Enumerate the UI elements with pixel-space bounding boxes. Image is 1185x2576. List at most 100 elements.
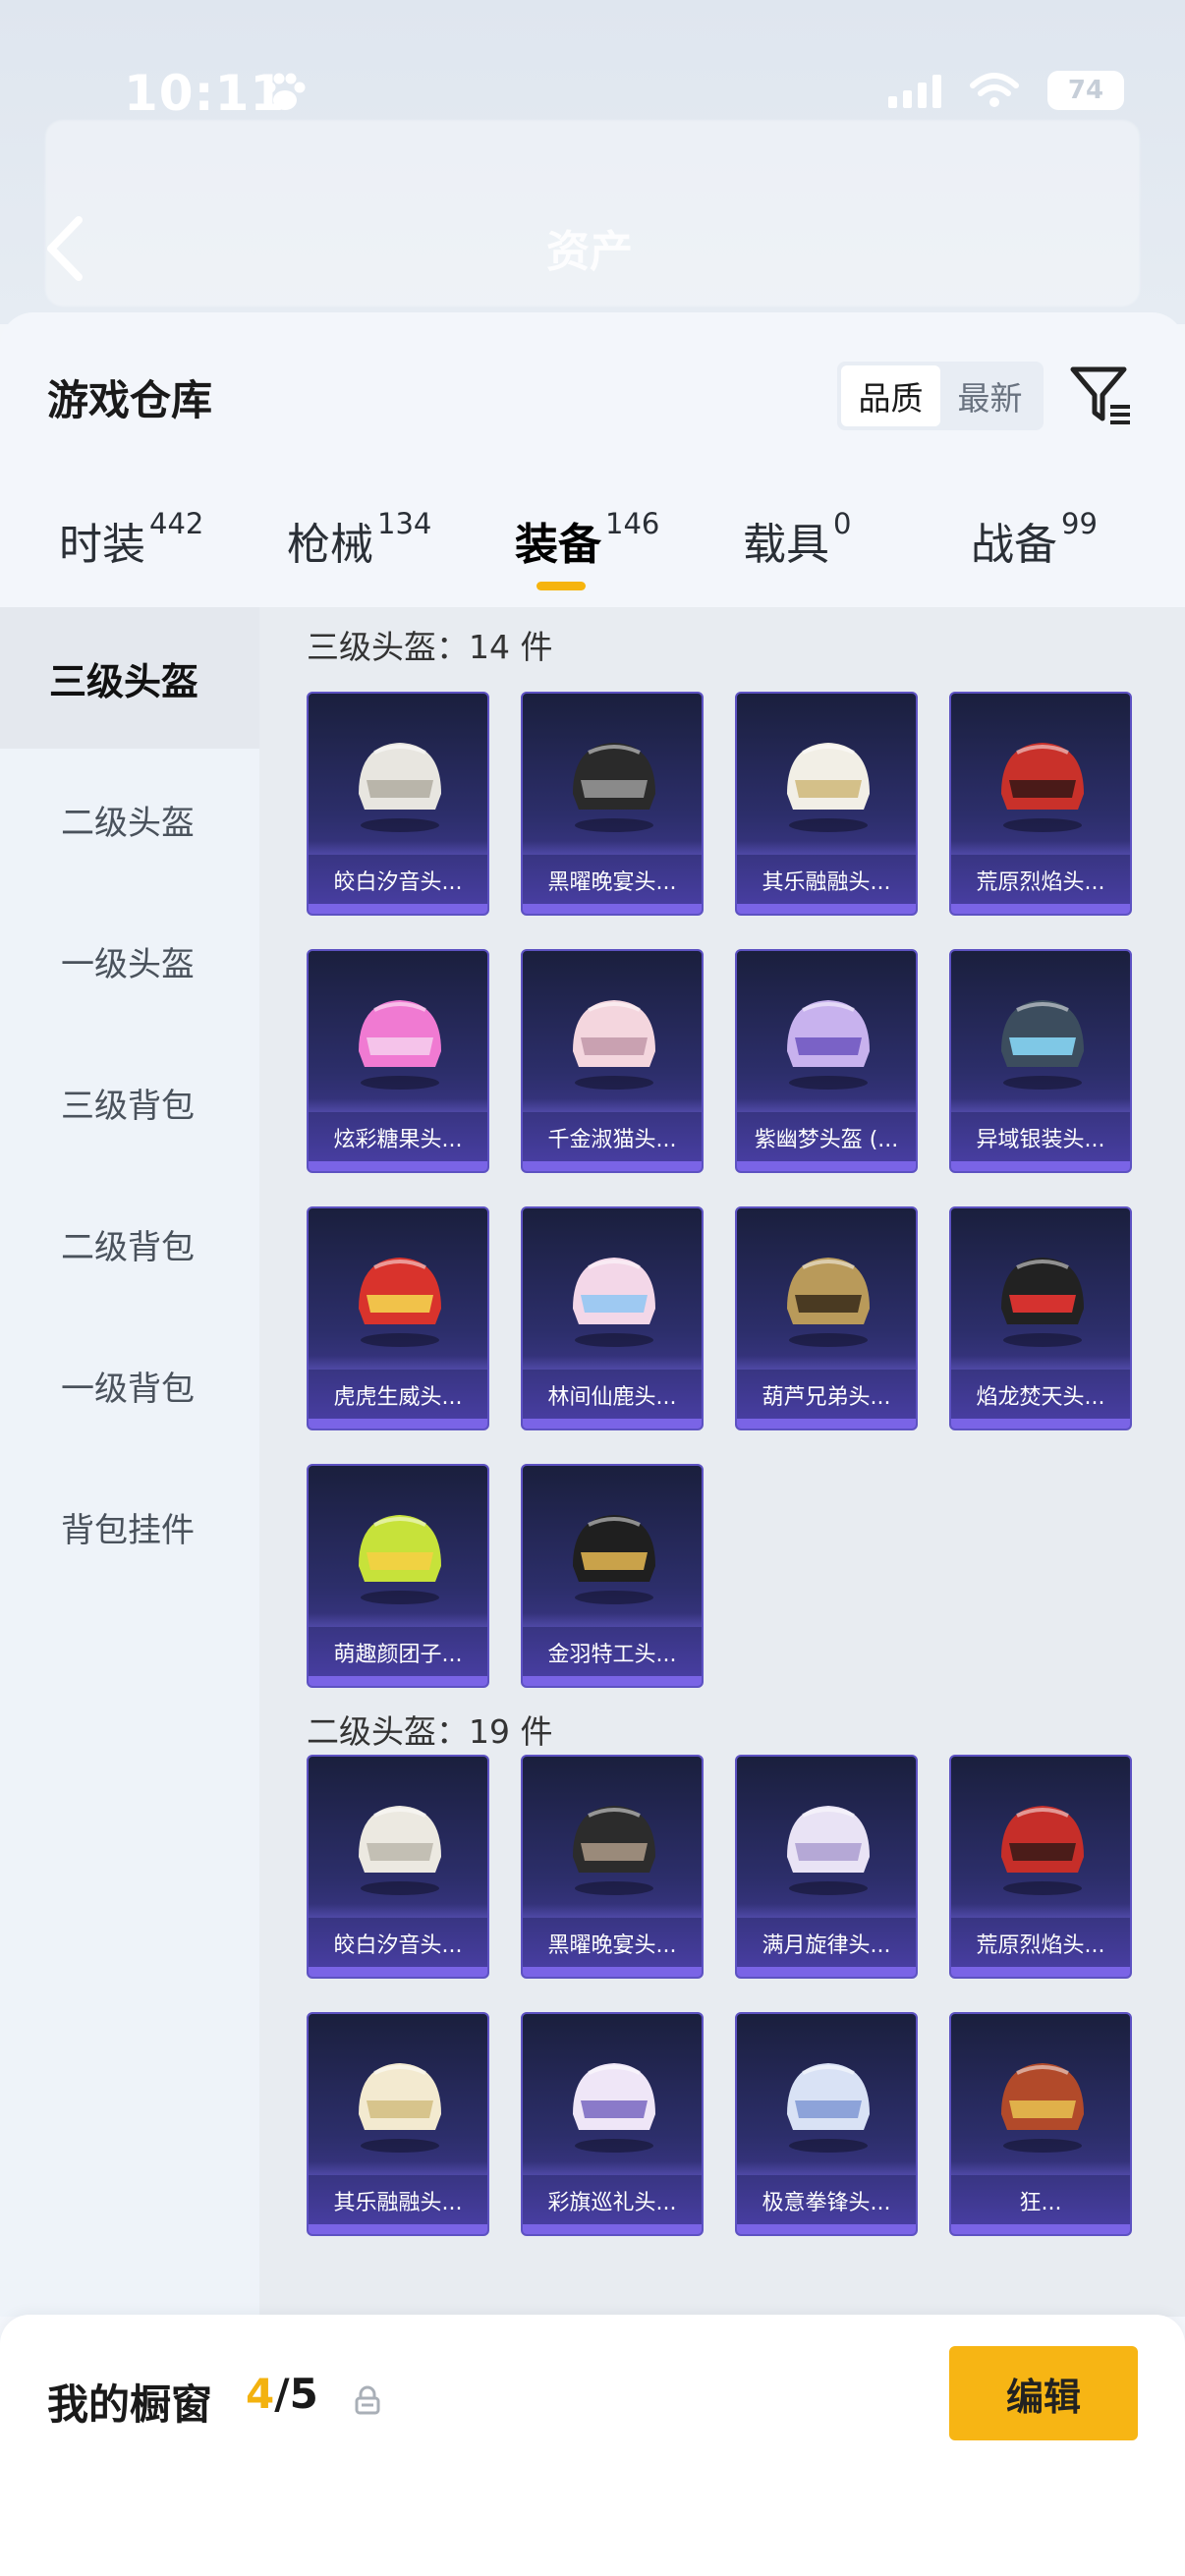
item-card[interactable]: 千金淑猫头... xyxy=(521,949,704,1173)
tab-supplies[interactable]: 战备 99 xyxy=(971,507,1098,572)
active-tab-indicator xyxy=(536,582,586,590)
showcase-current: 4 xyxy=(246,2370,275,2418)
item-card[interactable]: 黑曜晚宴头... xyxy=(521,692,704,916)
item-card[interactable]: 荒原烈焰头... xyxy=(949,692,1132,916)
item-card[interactable]: 其乐融融头... xyxy=(735,692,918,916)
category-sidebar: 三级头盔 二级头盔 一级头盔 三级背包 二级背包 一级背包 背包挂件 xyxy=(0,607,259,2317)
item-name: 荒原烈焰头... xyxy=(976,1933,1105,1958)
item-card[interactable]: 彩旗巡礼头... xyxy=(521,2012,704,2236)
header-title: 资产 xyxy=(546,227,633,277)
helmet-icon xyxy=(787,1258,870,1347)
item-name: 皎白汐音头... xyxy=(333,1933,463,1958)
rarity-band xyxy=(737,904,916,914)
sidebar-item-level3-helmet[interactable]: 三级头盔 xyxy=(0,607,259,749)
item-card[interactable]: 黑曜晚宴头... xyxy=(521,1755,704,1979)
card-glow xyxy=(309,1098,487,1112)
rarity-band xyxy=(309,1161,487,1171)
sort-latest-option[interactable]: 最新 xyxy=(940,365,1040,426)
section-title: 三级头盔：14 件 xyxy=(307,628,553,666)
sort-quality-option[interactable]: 品质 xyxy=(841,365,940,426)
rarity-band xyxy=(523,1676,702,1686)
helmet-icon xyxy=(573,2063,655,2153)
item-name: 萌趣颜团子... xyxy=(333,1643,463,1667)
tab-equipment[interactable]: 装备 146 xyxy=(515,507,659,572)
filter-icon[interactable] xyxy=(1067,360,1136,430)
card-glow xyxy=(737,841,916,855)
item-name: 异域银装头... xyxy=(976,1128,1105,1152)
item-card[interactable]: 皎白汐音头... xyxy=(307,1755,489,1979)
sidebar-item-level1-backpack[interactable]: 一级背包 xyxy=(0,1315,259,1456)
tab-count: 134 xyxy=(377,507,432,540)
helmet-icon xyxy=(787,743,870,832)
signal-icon xyxy=(888,73,941,108)
item-card[interactable]: 荒原烈焰头... xyxy=(949,1755,1132,1979)
edit-button[interactable]: 编辑 xyxy=(949,2346,1138,2440)
item-name: 满月旋律头... xyxy=(762,1933,891,1958)
sidebar-item-backpack-charm[interactable]: 背包挂件 xyxy=(0,1456,259,1597)
tab-label: 战备 xyxy=(971,520,1057,570)
item-card[interactable]: 狂... xyxy=(949,2012,1132,2236)
item-card[interactable]: 金羽特工头... xyxy=(521,1464,704,1688)
section-title: 二级头盔：19 件 xyxy=(307,1712,553,1751)
helmet-icon xyxy=(359,1258,441,1347)
item-card[interactable]: 其乐融融头... xyxy=(307,2012,489,2236)
sidebar-item-level2-backpack[interactable]: 二级背包 xyxy=(0,1173,259,1315)
item-card[interactable]: 焰龙焚天头... xyxy=(949,1206,1132,1430)
card-glow xyxy=(737,2161,916,2175)
item-card[interactable]: 异域银装头... xyxy=(949,949,1132,1173)
tab-vehicles[interactable]: 载具 0 xyxy=(743,507,851,572)
card-glow xyxy=(737,1904,916,1918)
tab-label: 时装 xyxy=(59,520,145,570)
item-card[interactable]: 萌趣颜团子... xyxy=(307,1464,489,1688)
item-name: 狂... xyxy=(1019,2191,1062,2215)
item-card[interactable]: 林间仙鹿头... xyxy=(521,1206,704,1430)
helmet-icon xyxy=(787,1000,870,1090)
item-name: 千金淑猫头... xyxy=(547,1128,677,1152)
card-glow xyxy=(309,1356,487,1370)
item-card[interactable]: 虎虎生威头... xyxy=(307,1206,489,1430)
showcase-label: 我的橱窗 xyxy=(47,2380,213,2429)
card-glow xyxy=(951,2161,1130,2175)
rarity-band xyxy=(951,904,1130,914)
card-glow xyxy=(523,2161,702,2175)
item-card[interactable]: 葫芦兄弟头... xyxy=(735,1206,918,1430)
card-glow xyxy=(309,841,487,855)
card-glow xyxy=(523,1098,702,1112)
item-card[interactable]: 紫幽梦头盔 (... xyxy=(735,949,918,1173)
helmet-icon xyxy=(359,1515,441,1604)
item-card[interactable]: 满月旋律头... xyxy=(735,1755,918,1979)
sidebar-item-level2-helmet[interactable]: 二级头盔 xyxy=(0,749,259,890)
item-card[interactable]: 炫彩糖果头... xyxy=(307,949,489,1173)
back-arrow-icon[interactable] xyxy=(43,214,86,283)
tab-label: 载具 xyxy=(743,520,829,570)
tab-guns[interactable]: 枪械 134 xyxy=(287,507,432,572)
rarity-band xyxy=(523,1161,702,1171)
sidebar-item-level1-helmet[interactable]: 一级头盔 xyxy=(0,890,259,1032)
rarity-band xyxy=(951,1419,1130,1428)
item-name: 炫彩糖果头... xyxy=(333,1128,463,1152)
rarity-band xyxy=(523,1967,702,1977)
item-name: 荒原烈焰头... xyxy=(976,870,1105,895)
card-glow xyxy=(523,1356,702,1370)
item-name: 紫幽梦头盔 (... xyxy=(754,1128,899,1152)
item-card[interactable]: 皎白汐音头... xyxy=(307,692,489,916)
helmet-icon xyxy=(1001,1258,1084,1347)
rarity-band xyxy=(523,2224,702,2234)
tab-fashion[interactable]: 时装 442 xyxy=(59,507,204,572)
item-card[interactable]: 极意拳锋头... xyxy=(735,2012,918,2236)
sidebar-item-level3-backpack[interactable]: 三级背包 xyxy=(0,1032,259,1173)
helmet-icon xyxy=(359,1000,441,1090)
card-glow xyxy=(309,1904,487,1918)
warehouse-sheet: 游戏仓库 品质 最新 时装 442 枪械 134 装备 146 载具 0 战备 xyxy=(0,312,1185,2576)
status-icons: 74 xyxy=(888,71,1124,110)
rarity-band xyxy=(737,1967,916,1977)
rarity-band xyxy=(523,904,702,914)
helmet-icon xyxy=(359,1806,441,1895)
tab-label: 枪械 xyxy=(287,520,373,570)
helmet-icon xyxy=(359,743,441,832)
sort-toggle: 品质 最新 xyxy=(837,362,1044,430)
tab-count: 442 xyxy=(149,507,204,540)
item-name: 葫芦兄弟头... xyxy=(762,1385,891,1410)
showcase-total: /5 xyxy=(274,2370,318,2418)
item-name: 其乐融融头... xyxy=(333,2191,463,2215)
